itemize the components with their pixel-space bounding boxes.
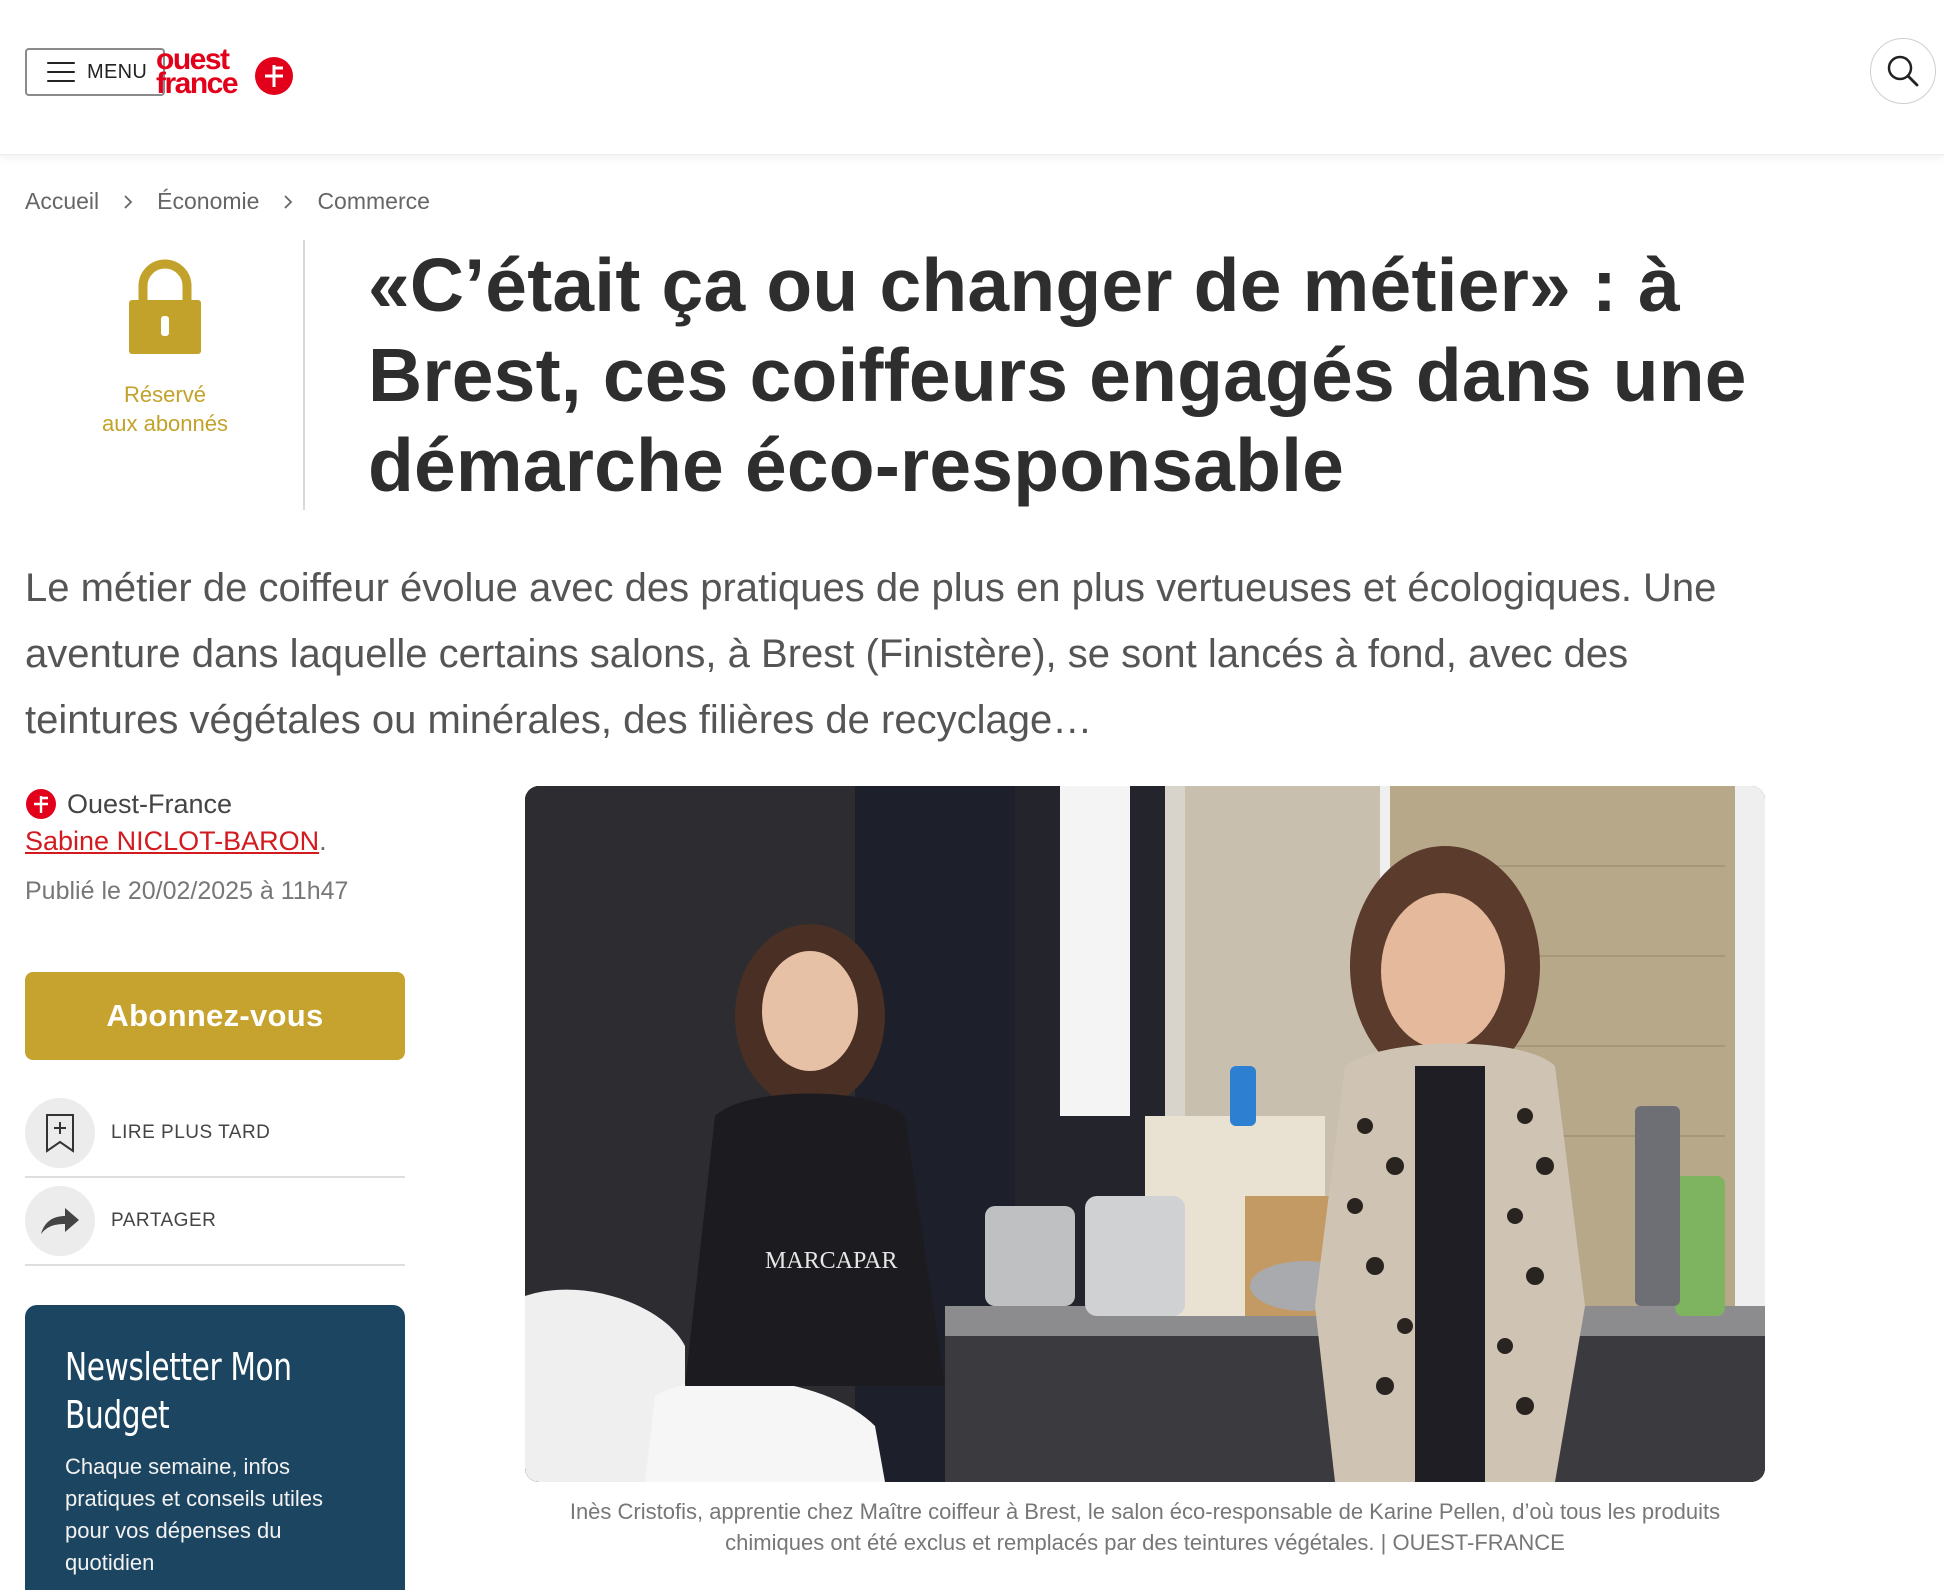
author-link[interactable]: Sabine NICLOT-BARON <box>25 826 319 856</box>
author-suffix: . <box>319 826 327 856</box>
article-title: «C’était ça ou changer de métier» : à Br… <box>368 243 1747 507</box>
premium-label: Réservé aux abonnés <box>102 382 228 436</box>
ouest-france-mark-icon <box>26 789 56 819</box>
logo-wordmark: ouest france <box>156 43 239 100</box>
read-later-button[interactable]: LIRE PLUS TARD <box>25 1090 405 1178</box>
share-arrow-icon <box>41 1208 79 1234</box>
ouest-france-logo[interactable]: ouest france <box>156 43 296 100</box>
salon-photo-illustration: MARCAPAR <box>525 786 1765 1482</box>
chevron-right-icon <box>283 194 293 209</box>
logo-mark-icon <box>255 57 293 95</box>
site-header: MENU ouest france <box>0 0 1944 155</box>
breadcrumb-accueil[interactable]: Accueil <box>25 188 99 215</box>
search-icon <box>1887 55 1919 87</box>
share-label: PARTAGER <box>111 1210 217 1231</box>
search-button[interactable] <box>1870 38 1936 104</box>
read-later-icon-wrap <box>25 1098 95 1168</box>
article-photo[interactable]: MARCAPAR <box>525 786 1765 1482</box>
share-icon-wrap <box>25 1186 95 1256</box>
photo-caption: Inès Cristofis, apprentie chez Maître co… <box>569 1499 1721 1555</box>
article-lead: Le métier de coiffeur évolue avec des pr… <box>25 566 1717 742</box>
menu-button[interactable]: MENU <box>25 48 165 96</box>
article-source: Ouest-France <box>25 788 232 820</box>
menu-label: MENU <box>87 60 148 83</box>
newsletter-card[interactable]: Newsletter Mon Budget Chaque semaine, in… <box>25 1305 405 1590</box>
bookmark-add-icon <box>46 1114 74 1153</box>
premium-badge: Réservé aux abonnés <box>25 240 305 510</box>
read-later-label: LIRE PLUS TARD <box>111 1122 271 1143</box>
breadcrumb-commerce[interactable]: Commerce <box>317 188 429 215</box>
subscribe-button[interactable]: Abonnez-vous <box>25 972 405 1060</box>
hamburger-icon <box>47 62 75 82</box>
chevron-right-icon <box>123 194 133 209</box>
svg-text:MARCAPAR: MARCAPAR <box>765 1248 898 1274</box>
article-author: Sabine NICLOT-BARON. <box>25 826 327 857</box>
source-name: Ouest-France <box>67 788 233 819</box>
breadcrumb: Accueil Économie Commerce <box>25 188 430 215</box>
breadcrumb-economie[interactable]: Économie <box>157 188 259 215</box>
lock-icon <box>129 259 201 354</box>
publication-date: Publié le 20/02/2025 à 11h47 <box>25 877 349 905</box>
share-button[interactable]: PARTAGER <box>25 1178 405 1266</box>
newsletter-description: Chaque semaine, infos pratiques et conse… <box>65 1454 324 1575</box>
newsletter-title: Newsletter Mon Budget <box>65 1345 292 1437</box>
